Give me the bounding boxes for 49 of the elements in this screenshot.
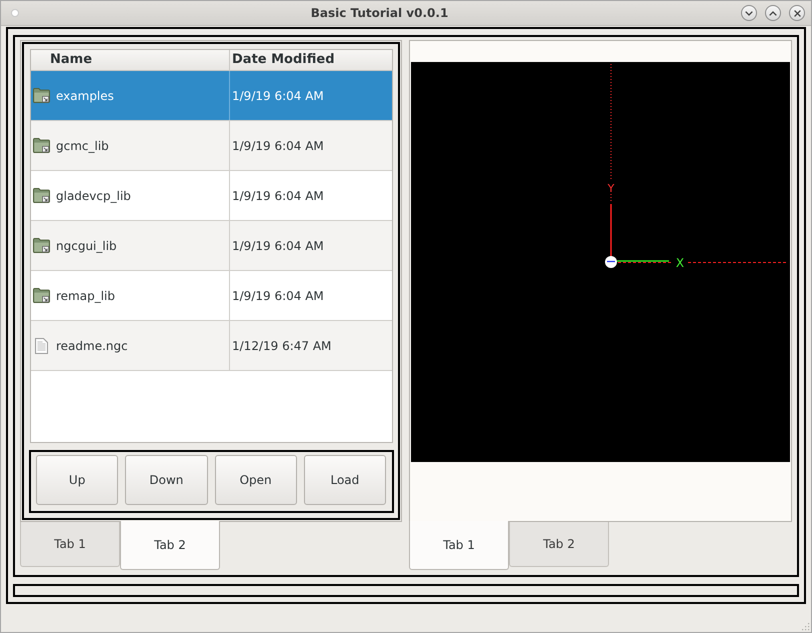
close-icon xyxy=(794,10,800,16)
resize-grip-icon[interactable] xyxy=(801,622,810,631)
chevron-down-icon xyxy=(745,10,753,16)
file-list[interactable]: Name Date Modified examples 1/9/19 6:04 AM gcmc_lib 1/9/19 6:04 AM gladevcp_lib 1/9/19 6:04 AM ngcgui_lib 1/9/19 6:04 AM remap_lib 1/9/19 6:04 AM readme.ngc 1/12/19 6:47 AM xyxy=(30,49,393,443)
modified-date: 1/9/19 6:04 AM xyxy=(232,288,324,304)
x-axis-line xyxy=(617,260,669,262)
folder-icon xyxy=(33,88,50,103)
file-name: readme.ngc xyxy=(56,338,128,354)
modified-date: 1/9/19 6:04 AM xyxy=(232,238,324,254)
window-title: Basic Tutorial v0.0.1 xyxy=(310,5,448,22)
file-row[interactable]: remap_lib 1/9/19 6:04 AM xyxy=(31,271,392,321)
modified-date: 1/9/19 6:04 AM xyxy=(232,88,324,104)
file-row[interactable]: readme.ngc 1/12/19 6:47 AM xyxy=(31,321,392,371)
column-header[interactable]: Name xyxy=(31,50,230,70)
file-name: gcmc_lib xyxy=(56,138,109,154)
folder-icon xyxy=(33,188,50,203)
folder-icon xyxy=(33,288,50,303)
folder-icon xyxy=(33,238,50,253)
tab[interactable]: Tab 1 xyxy=(20,522,120,567)
y-axis-line xyxy=(610,204,612,256)
tab[interactable]: Tab 1 xyxy=(409,521,509,570)
file-row[interactable]: examples 1/9/19 6:04 AM xyxy=(31,71,392,121)
maximize-button[interactable] xyxy=(765,5,781,21)
modified-date: 1/12/19 6:47 AM xyxy=(232,338,332,354)
y-axis-label: Y xyxy=(608,182,614,195)
file-name: examples xyxy=(56,88,114,104)
modified-date: 1/9/19 6:04 AM xyxy=(232,188,324,204)
action-button[interactable]: Up xyxy=(36,455,118,505)
file-name: gladevcp_lib xyxy=(56,188,131,204)
preview-canvas[interactable]: Y X xyxy=(411,62,790,462)
tab[interactable]: Tab 2 xyxy=(509,522,609,567)
file-row[interactable]: gcmc_lib 1/9/19 6:04 AM xyxy=(31,121,392,171)
folder-icon xyxy=(33,138,50,153)
document-icon xyxy=(35,338,48,354)
file-name: remap_lib xyxy=(56,288,115,304)
action-button[interactable]: Load xyxy=(304,455,386,505)
minimize-button[interactable] xyxy=(741,5,757,21)
x-axis-label: X xyxy=(676,256,684,270)
chevron-up-icon xyxy=(769,10,777,16)
modified-date: 1/9/19 6:04 AM xyxy=(232,138,324,154)
file-name: ngcgui_lib xyxy=(56,238,117,254)
close-button[interactable] xyxy=(789,5,805,21)
action-button[interactable]: Down xyxy=(125,455,208,505)
column-header[interactable]: Date Modified xyxy=(230,50,392,70)
file-row[interactable]: ngcgui_lib 1/9/19 6:04 AM xyxy=(31,221,392,271)
origin-marker-icon xyxy=(605,256,617,268)
file-row[interactable]: gladevcp_lib 1/9/19 6:04 AM xyxy=(31,171,392,221)
tab[interactable]: Tab 2 xyxy=(120,521,220,570)
action-button[interactable]: Open xyxy=(214,455,297,505)
